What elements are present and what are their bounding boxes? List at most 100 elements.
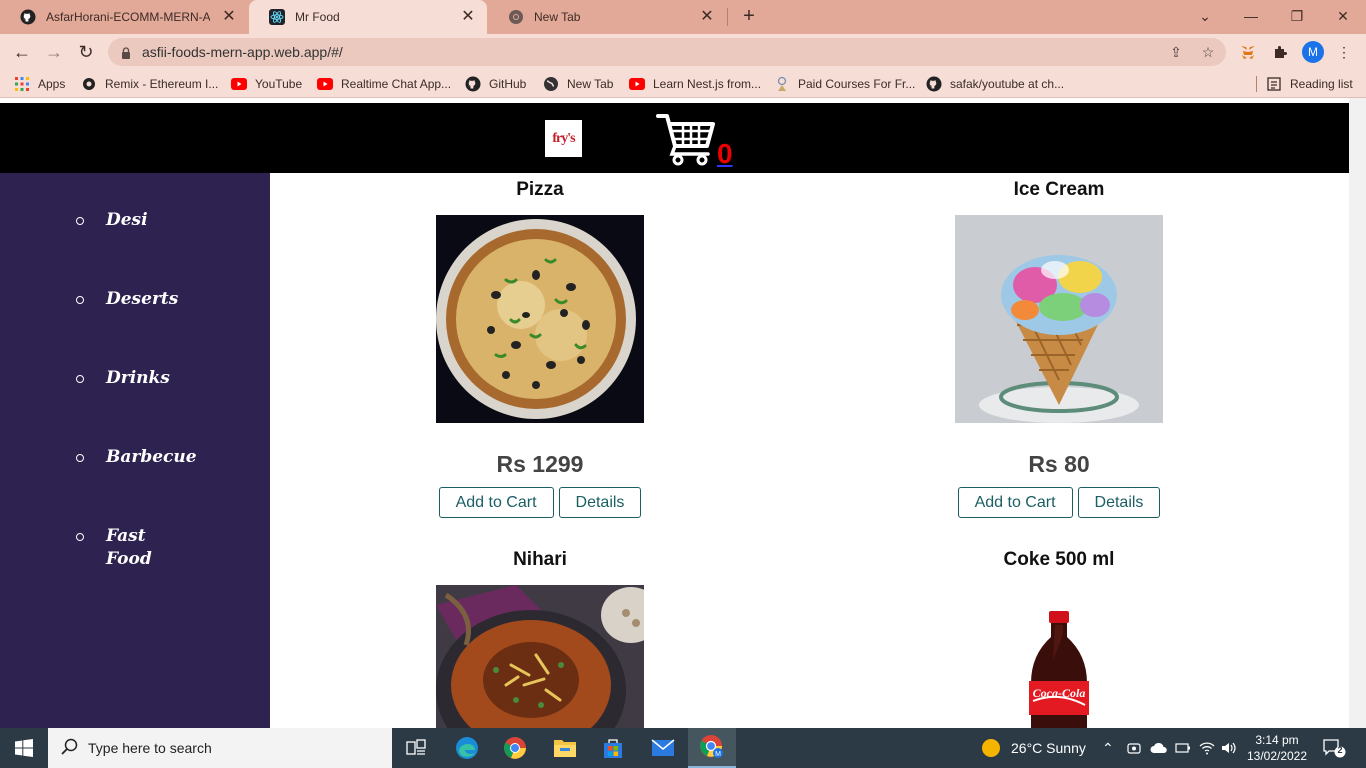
close-icon[interactable]: ✕ bbox=[220, 8, 238, 26]
bookmark-label: GitHub bbox=[489, 77, 527, 91]
bookmark-github[interactable]: GitHub bbox=[465, 76, 526, 92]
cart-icon[interactable] bbox=[656, 112, 716, 166]
url-text: asfii-foods-mern-app.web.app/#/ bbox=[142, 44, 343, 60]
reload-button[interactable]: ↻ bbox=[74, 40, 98, 64]
product-grid: Pizza Rs 1299 Add to Cart Details Ice Cr… bbox=[270, 173, 1349, 728]
tab-new-tab[interactable]: New Tab ✕ bbox=[488, 0, 726, 34]
youtube-icon bbox=[317, 76, 333, 92]
forward-button[interactable]: → bbox=[42, 40, 66, 64]
category-deserts[interactable]: Deserts bbox=[106, 288, 216, 311]
volume-icon[interactable] bbox=[1221, 728, 1237, 768]
microsoft-store-icon[interactable] bbox=[589, 728, 637, 768]
bookmark-label: Remix - Ethereum I... bbox=[105, 77, 219, 91]
reading-list-label: Reading list bbox=[1290, 77, 1353, 91]
tab-search-chevron-icon[interactable]: ⌄ bbox=[1193, 5, 1217, 27]
tab-divider bbox=[727, 8, 728, 26]
product-card: Ice Cream Rs 80 Add to Cart Details bbox=[929, 173, 1189, 518]
product-price: Rs 80 bbox=[1028, 451, 1090, 477]
bookmark-label: YouTube bbox=[255, 77, 303, 91]
course-icon bbox=[774, 76, 790, 92]
onedrive-cloud-icon[interactable] bbox=[1150, 728, 1168, 768]
category-sidebar: Desi Deserts Drinks Barbecue Fast Food bbox=[0, 173, 270, 728]
nihari-image[interactable] bbox=[436, 585, 644, 728]
bookmark-star-icon[interactable]: ☆ bbox=[1198, 38, 1218, 66]
mail-icon[interactable] bbox=[639, 728, 687, 768]
tab-mr-food[interactable]: Mr Food ✕ bbox=[249, 0, 487, 34]
pizza-image[interactable] bbox=[436, 215, 644, 423]
wifi-icon[interactable] bbox=[1199, 728, 1215, 768]
github-icon bbox=[926, 76, 942, 92]
logo-text: fry's bbox=[552, 130, 575, 146]
cart-count-badge[interactable]: 0 bbox=[717, 139, 733, 169]
bookmark-realtime-chat[interactable]: Realtime Chat App... bbox=[317, 76, 451, 92]
browser-toolbar: ← → ↻ asfii-foods-mern-app.web.app/#/ ⇪ … bbox=[0, 34, 1366, 70]
bookmark-label: New Tab bbox=[567, 77, 614, 91]
clock-time: 3:14 pm bbox=[1255, 733, 1299, 747]
bookmarks-bar: Apps Remix - Ethereum I... YouTube Realt… bbox=[0, 70, 1366, 98]
profile-avatar[interactable]: M bbox=[1302, 41, 1324, 63]
product-name: Pizza bbox=[516, 179, 564, 200]
product-card: Nihari bbox=[410, 543, 670, 728]
page-scrollbar[interactable] bbox=[1349, 98, 1366, 728]
notification-center-icon[interactable]: 2 bbox=[1322, 738, 1346, 758]
new-tab-button[interactable]: + bbox=[738, 6, 760, 28]
tab-title: New Tab bbox=[534, 10, 581, 24]
metamask-icon[interactable] bbox=[1238, 42, 1258, 62]
sun-icon bbox=[982, 739, 1000, 757]
bookmark-label: Apps bbox=[38, 77, 66, 91]
reading-list-button[interactable]: Reading list bbox=[1266, 76, 1353, 92]
share-icon[interactable]: ⇪ bbox=[1166, 38, 1186, 66]
product-card: Coke 500 ml Coca-Cola bbox=[929, 543, 1189, 728]
details-button[interactable]: Details bbox=[1077, 487, 1161, 518]
battery-icon[interactable] bbox=[1175, 728, 1191, 768]
bookmark-new-tab[interactable]: New Tab bbox=[543, 76, 613, 92]
lock-icon bbox=[120, 46, 132, 59]
weather-widget[interactable]: 26°C Sunny bbox=[982, 728, 1086, 768]
site-logo[interactable]: fry's bbox=[545, 120, 582, 157]
close-icon[interactable]: ✕ bbox=[459, 8, 477, 26]
category-barbecue[interactable]: Barbecue bbox=[106, 446, 216, 469]
bookmark-paid-courses[interactable]: Paid Courses For Fr... bbox=[774, 76, 915, 92]
youtube-icon bbox=[231, 76, 247, 92]
bookmark-safak-youtube[interactable]: safak/youtube at ch... bbox=[926, 76, 1064, 92]
chrome-profile-icon[interactable]: M bbox=[688, 728, 736, 768]
category-drinks[interactable]: Drinks bbox=[106, 367, 216, 390]
address-bar[interactable]: asfii-foods-mern-app.web.app/#/ ⇪ ☆ bbox=[108, 38, 1226, 66]
task-view-icon[interactable] bbox=[392, 728, 440, 768]
tab-title: Mr Food bbox=[295, 10, 340, 24]
product-name: Nihari bbox=[513, 549, 567, 570]
meet-now-icon[interactable] bbox=[1127, 728, 1141, 768]
product-name: Coke 500 ml bbox=[1003, 549, 1115, 570]
taskbar-search-input[interactable]: Type here to search bbox=[48, 728, 392, 768]
minimize-button[interactable]: — bbox=[1239, 5, 1263, 27]
bookmark-apps[interactable]: Apps bbox=[14, 76, 65, 92]
details-button[interactable]: Details bbox=[558, 487, 642, 518]
window-close-button[interactable]: ✕ bbox=[1331, 5, 1355, 27]
close-icon[interactable]: ✕ bbox=[698, 8, 716, 26]
category-fast-food[interactable]: Fast Food bbox=[106, 525, 166, 571]
windows-start-button[interactable] bbox=[0, 728, 48, 768]
extensions-puzzle-icon[interactable] bbox=[1270, 42, 1290, 62]
profile-initial: M bbox=[715, 751, 721, 758]
restore-button[interactable]: ❐ bbox=[1285, 5, 1309, 27]
taskbar-clock[interactable]: 3:14 pm 13/02/2022 bbox=[1242, 732, 1312, 764]
category-desi[interactable]: Desi bbox=[106, 209, 216, 232]
add-to-cart-button[interactable]: Add to Cart bbox=[957, 487, 1073, 518]
chevron-up-icon[interactable]: ⌃ bbox=[1102, 728, 1114, 768]
back-button[interactable]: ← bbox=[10, 40, 34, 64]
add-to-cart-button[interactable]: Add to Cart bbox=[438, 487, 554, 518]
chrome-icon[interactable] bbox=[491, 728, 539, 768]
ice-cream-image[interactable] bbox=[955, 215, 1163, 423]
tab-github[interactable]: AsfarHorani-ECOMM-MERN-APP ✕ bbox=[0, 0, 248, 34]
coke-bottle-image[interactable]: Coca-Cola bbox=[955, 585, 1163, 728]
chrome-icon bbox=[508, 9, 524, 25]
bookmark-youtube[interactable]: YouTube bbox=[231, 76, 302, 92]
tab-title: AsfarHorani-ECOMM-MERN-APP bbox=[46, 10, 210, 24]
file-explorer-icon[interactable] bbox=[541, 728, 589, 768]
youtube-icon bbox=[629, 76, 645, 92]
edge-icon[interactable] bbox=[443, 728, 491, 768]
bookmark-nestjs[interactable]: Learn Nest.js from... bbox=[629, 76, 761, 92]
kebab-menu-icon[interactable]: ⋮ bbox=[1334, 42, 1354, 62]
github-icon bbox=[465, 76, 481, 92]
bookmark-remix[interactable]: Remix - Ethereum I... bbox=[81, 76, 218, 92]
